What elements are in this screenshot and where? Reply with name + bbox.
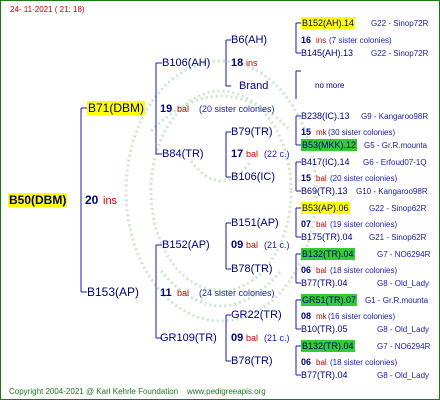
gen4-3-suffix: bal: [316, 174, 327, 183]
gen2-b-number: 17: [231, 148, 244, 160]
gen4-0-top-code: B152(AH).14: [301, 17, 356, 29]
gen3-d2-code: B78(TR): [231, 355, 273, 367]
gen4-5-number: 06: [301, 265, 312, 275]
gen3-a2-code: Brand: [239, 80, 269, 92]
gen4-5-suffix: bal: [316, 266, 327, 275]
gen4-7-top-code: B132(TR).04: [301, 340, 355, 352]
gen4-5-top-location: G7 - NO6294R: [377, 250, 431, 259]
gen4-0-number: 16: [301, 35, 312, 45]
gen4-4-note: (19 sister colonies): [330, 220, 398, 229]
gen4-4-bottom-code: B175(TR).04: [301, 232, 353, 242]
gen4-4-suffix: bal: [316, 220, 327, 229]
gen4-2-number: 15: [301, 127, 312, 137]
gen1-bottom-code: B153(AP): [87, 285, 140, 299]
root-code: B50(DBM): [8, 193, 68, 207]
gen2-a-number: 18: [231, 57, 244, 69]
gen4-3-bottom-code: B69(TR).13: [301, 186, 348, 196]
gen4-6-top-code: GR51(TR).07: [301, 294, 358, 306]
gen2-c-number: 09: [231, 239, 244, 251]
gen4-7-suffix: bal: [316, 358, 327, 367]
gen1-top-note: (20 sister colonies): [199, 104, 275, 114]
gen4-4-bottom-location: G21 - Sinop62R: [369, 233, 427, 242]
gen4-5-top-code: B132(TR).04: [301, 248, 355, 260]
gen4-7-top-location: G7 - NO6294R: [377, 342, 431, 351]
gen2-c-suffix: bal: [246, 240, 259, 250]
gen4-7-number: 06: [301, 357, 312, 367]
gen4-6-number: 08: [301, 311, 312, 321]
gen4-3-note: (20 sister colonies): [330, 174, 398, 183]
gen4-4-top-location: G22 - Sinop62R: [369, 204, 427, 213]
gen4-6-note: (16 sister colonies): [328, 312, 396, 321]
gen4-3-top-location: G6 - Erfoud07-1Q: [363, 158, 427, 167]
gen4-4-top-code: B53(AP).06: [301, 202, 350, 214]
gen4-6-suffix: mk: [316, 312, 327, 321]
gen4-4-number: 07: [301, 219, 312, 229]
gen3-c2-code: B78(TR): [231, 263, 273, 275]
gen2-a-code: B106(AH): [162, 57, 211, 69]
gen2-d-number: 09: [231, 332, 244, 344]
gen2-b-note: (22 c.): [264, 149, 290, 159]
footer-copyright: Copyright 2004-2021 @ Karl Kehrle Founda…: [9, 387, 179, 396]
gen2-d-note: (21 c.): [264, 333, 290, 343]
gen2-b-suffix: bal: [246, 149, 259, 159]
gen4-3-number: 15: [301, 173, 312, 183]
gen4-2-suffix: mk: [316, 128, 327, 137]
report-date: 24- 11-2021 ( 21: 18): [10, 5, 85, 14]
gen1-top-code: B71(DBM): [87, 101, 146, 115]
gen3-a1-code: B6(AH): [231, 34, 268, 46]
gen4-2-note: (30 sister colonies): [328, 128, 396, 137]
gen2-c-code: B152(AP): [162, 239, 210, 251]
pedigree-chart: 24- 11-2021 ( 21: 18) B50(DBM) 20 ins B7…: [0, 0, 440, 400]
gen4-0-suffix: ins: [316, 36, 327, 45]
gen4-7-bottom-location: G8 - Old_Lady: [377, 371, 430, 380]
gen4-2-bottom-code: B53(MKK).12: [301, 139, 358, 151]
gen4-2-bottom-location: G5 - Gr.R.mounta: [364, 141, 428, 150]
gen4-3-bottom-location: G10 - Kangaroo98R: [356, 187, 428, 196]
gen4-0-bottom-location: G22 - Sinop72R: [371, 49, 429, 58]
gen1-bottom-number: 11: [160, 287, 172, 299]
gen2-d-suffix: bal: [246, 333, 259, 343]
gen2-a-suffix: ins: [246, 58, 258, 68]
gen4-0-top-location: G22 - Sinop72R: [371, 19, 429, 28]
gen4-0-bottom-code: B145(AH).13: [301, 48, 354, 58]
gen1-top-suffix: bal: [177, 104, 190, 114]
gen4-1-no-more: no more: [315, 81, 345, 90]
gen3-b2-code: B106(IC): [231, 171, 276, 183]
gen2-b-code: B84(TR): [162, 148, 204, 160]
gen3-b1-code: B79(TR): [231, 126, 273, 138]
gen2-c-note: (21 c.): [264, 240, 290, 250]
gen4-5-bottom-code: B77(TR).04: [301, 278, 348, 288]
gen4-5-note: (18 sister colonies): [330, 266, 398, 275]
root-suffix: ins: [103, 195, 118, 207]
gen4-6-top-location: G1 - Gr.R.mounta: [365, 296, 429, 305]
gen4-6-bottom-location: G8 - Old_Lady: [377, 325, 430, 334]
gen3-c1-code: B151(AP): [231, 217, 279, 229]
gen4-5-bottom-location: G8 - Old_Lady: [377, 279, 430, 288]
gen4-6-bottom-code: B10(TR).05: [301, 324, 348, 334]
gen4-0-note: (7 sister colonies): [329, 36, 392, 45]
gen4-7-bottom-code: B77(TR).04: [301, 370, 348, 380]
gen4-7-note: (18 sister colonies): [330, 358, 398, 367]
gen3-d1-code: GR22(TR): [231, 309, 282, 321]
gen1-bottom-suffix: bal: [177, 288, 190, 298]
gen1-bottom-note: (24 sister colonies): [199, 288, 275, 298]
footer-site-link[interactable]: www.pedigreeapis.org: [187, 386, 266, 398]
gen2-d-code: GR109(TR): [160, 332, 217, 344]
root-number: 20: [85, 193, 99, 207]
gen1-top-number: 19: [160, 103, 173, 115]
gen4-2-top-code: B238(IC).13: [301, 111, 350, 121]
gen4-3-top-code: B417(IC).14: [301, 157, 350, 167]
gen4-2-top-location: G9 - Kangaroo98R: [361, 112, 429, 121]
